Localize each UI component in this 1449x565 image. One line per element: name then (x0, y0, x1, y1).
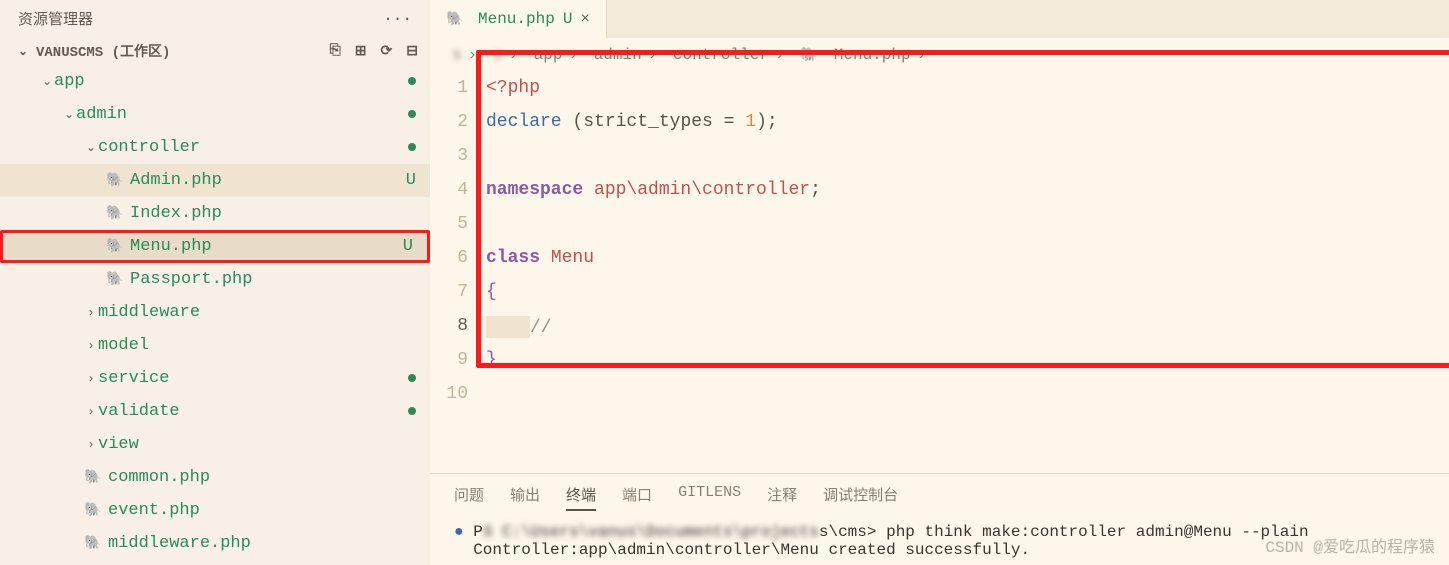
php-icon (84, 469, 108, 486)
php-icon (800, 47, 824, 64)
tab-git-status: U (563, 10, 573, 28)
folder-label: model (98, 336, 149, 355)
file-event-php[interactable]: event.php (0, 494, 430, 527)
file-label: middleware.php (108, 534, 251, 553)
file-tree: ⌄ app ⌄ admin ⌄ controller Admin.php U I… (0, 65, 430, 565)
code-content[interactable]: <?php declare (strict_types = 1); namesp… (486, 78, 1449, 418)
file-passport-php[interactable]: Passport.php (0, 263, 430, 296)
panel-tabs: 问题 输出 终端 端口 GITLENS 注释 调试控制台 (430, 474, 1449, 517)
git-dot-icon (408, 77, 416, 85)
folder-view[interactable]: › view (0, 428, 430, 461)
watermark: CSDN @爱吃瓜的程序猿 (1265, 533, 1435, 557)
file-common-php[interactable]: common.php (0, 461, 430, 494)
refresh-icon[interactable]: ⟳ (381, 43, 393, 60)
folder-label: admin (76, 105, 127, 124)
folder-service[interactable]: › service (0, 362, 430, 395)
tab-debug[interactable]: 调试控制台 (823, 484, 898, 511)
chevron-right-icon: › (84, 438, 98, 452)
chevron-right-icon: › (84, 306, 98, 320)
file-label: Index.php (130, 204, 222, 223)
tab-comments[interactable]: 注释 (767, 484, 797, 511)
breadcrumb-segment[interactable]: controller (673, 46, 769, 64)
folder-middleware[interactable]: › middleware (0, 296, 430, 329)
collapse-icon[interactable]: ⊟ (406, 43, 418, 60)
chevron-down-icon: ⌄ (40, 74, 54, 89)
file-label: common.php (108, 468, 210, 487)
folder-label: controller (98, 138, 200, 157)
explorer-title: 资源管理器 (18, 8, 93, 29)
tab-problems[interactable]: 问题 (454, 484, 484, 511)
file-middleware-php[interactable]: middleware.php (0, 527, 430, 560)
git-dot-icon (408, 143, 416, 151)
folder-validate[interactable]: › validate (0, 395, 430, 428)
breadcrumb-segment[interactable]: admin (594, 46, 642, 64)
folder-controller[interactable]: ⌄ controller (0, 131, 430, 164)
editor-tabs: Menu.php U × (430, 0, 1449, 38)
tab-gitlens[interactable]: GITLENS (678, 484, 741, 511)
new-file-icon[interactable]: ⎘ (330, 43, 341, 60)
tab-terminal[interactable]: 终端 (566, 484, 596, 511)
folder-admin[interactable]: ⌄ admin (0, 98, 430, 131)
chevron-right-icon: › (84, 339, 98, 353)
breadcrumb-segment: s (493, 46, 503, 64)
php-icon (106, 172, 130, 189)
file-admin-php[interactable]: Admin.php U (0, 164, 430, 197)
git-status: U (392, 171, 416, 190)
folder-label: validate (98, 402, 180, 421)
git-status: U (389, 237, 413, 256)
file-menu-php[interactable]: Menu.php U (0, 230, 430, 263)
php-icon (106, 271, 130, 288)
main-area: Menu.php U × s s app admin controller Me… (430, 0, 1449, 565)
folder-label: service (98, 369, 169, 388)
workspace-name: VANUSCMS (工作区) (36, 41, 170, 61)
sidebar-more-icon[interactable]: ··· (383, 10, 412, 28)
close-icon[interactable]: × (580, 10, 590, 28)
tab-menu-php[interactable]: Menu.php U × (430, 0, 607, 38)
file-index-php[interactable]: Index.php (0, 197, 430, 230)
workspace-header[interactable]: ⌄ VANUSCMS (工作区) ⎘ ⊞ ⟳ ⊟ (0, 37, 430, 65)
file-label: Admin.php (130, 171, 222, 190)
folder-model[interactable]: › model (0, 329, 430, 362)
chevron-down-icon: ⌄ (62, 107, 76, 122)
sidebar: 资源管理器 ··· ⌄ VANUSCMS (工作区) ⎘ ⊞ ⟳ ⊟ ⌄ app… (0, 0, 430, 565)
chevron-right-icon: › (84, 372, 98, 386)
tab-output[interactable]: 输出 (510, 484, 540, 511)
workspace-actions: ⎘ ⊞ ⟳ ⊟ (330, 43, 418, 60)
file-label: Passport.php (130, 270, 252, 289)
line-gutter: 1 2 3 4 5 6 7 8 9 10 (430, 78, 486, 418)
breadcrumb-segment: s (452, 46, 462, 64)
chevron-right-icon: › (84, 405, 98, 419)
file-label: Menu.php (130, 237, 212, 256)
php-icon (446, 11, 470, 28)
chevron-down-icon: ⌄ (16, 44, 30, 59)
php-icon (106, 205, 130, 222)
chevron-down-icon: ⌄ (84, 140, 98, 155)
php-icon (84, 535, 108, 552)
git-dot-icon (408, 110, 416, 118)
new-folder-icon[interactable]: ⊞ (355, 43, 367, 60)
php-icon (106, 238, 130, 255)
folder-app[interactable]: ⌄ app (0, 65, 430, 98)
folder-label: app (54, 72, 85, 91)
git-dot-icon (408, 374, 416, 382)
breadcrumb-file[interactable]: Menu.php (834, 46, 911, 64)
tab-label: Menu.php (478, 10, 555, 28)
sidebar-header: 资源管理器 ··· (0, 0, 430, 37)
file-label: event.php (108, 501, 200, 520)
git-dot-icon (408, 407, 416, 415)
folder-label: middleware (98, 303, 200, 322)
breadcrumb[interactable]: s s app admin controller Menu.php (430, 38, 1449, 68)
editor[interactable]: 1 2 3 4 5 6 7 8 9 10 <?php declare (stri… (430, 68, 1449, 473)
tab-ports[interactable]: 端口 (622, 484, 652, 511)
folder-label: view (98, 435, 139, 454)
breadcrumb-segment[interactable]: app (534, 46, 563, 64)
php-icon (84, 502, 108, 519)
